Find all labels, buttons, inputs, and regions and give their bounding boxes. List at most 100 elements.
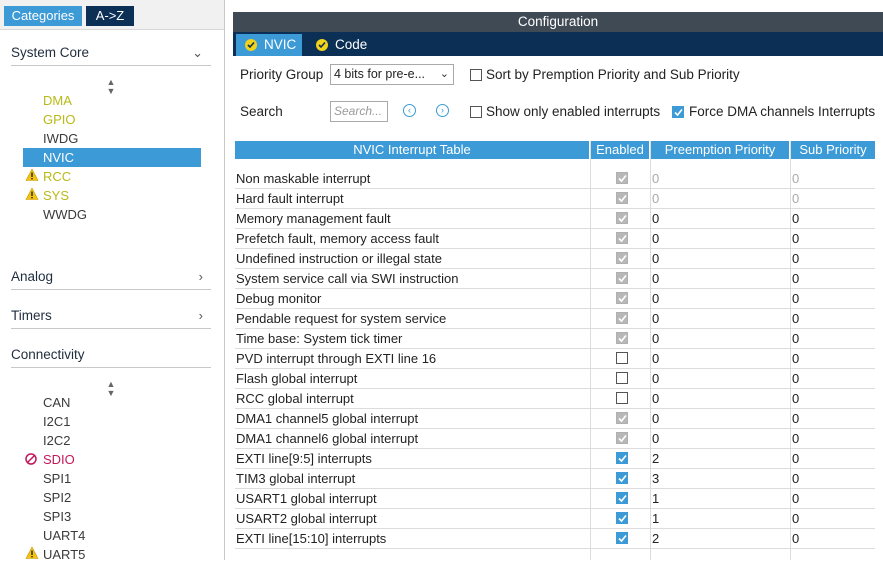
preemption-priority-cell[interactable]: 0 [652, 209, 659, 229]
search-input[interactable]: Search... [330, 101, 388, 122]
table-row[interactable]: Time base: System tick timer 0 0 [235, 329, 875, 349]
column-header-sub[interactable]: Sub Priority [791, 141, 875, 159]
table-row[interactable]: Non maskable interrupt 0 0 [235, 169, 875, 189]
tab-categories[interactable]: Categories [4, 6, 82, 26]
table-row[interactable]: Memory management fault 0 0 [235, 209, 875, 229]
table-row[interactable]: Hard fault interrupt 0 0 [235, 189, 875, 209]
enabled-checkbox[interactable] [616, 492, 628, 504]
tab-a-z[interactable]: A->Z [86, 6, 134, 26]
interrupt-name: DMA1 channel5 global interrupt [236, 411, 419, 426]
sidebar-item-sys[interactable]: SYS [23, 186, 201, 205]
sidebar-item-spi1[interactable]: SPI1 [23, 469, 201, 488]
sidebar-item-sdio[interactable]: SDIO [23, 450, 201, 469]
column-header-enabled[interactable]: Enabled [591, 141, 649, 159]
tab-nvic[interactable]: NVIC [236, 34, 302, 56]
table-row[interactable]: Prefetch fault, memory access fault 0 0 [235, 229, 875, 249]
sub-priority-cell[interactable]: 0 [792, 429, 799, 449]
preemption-priority-cell[interactable]: 2 [652, 529, 659, 549]
sub-priority-cell[interactable]: 0 [792, 269, 799, 289]
sub-priority-cell[interactable]: 0 [792, 409, 799, 429]
priority-group-select[interactable]: 4 bits for pre-e... ⌄ [330, 64, 454, 85]
sidebar-item-i2c1[interactable]: I2C1 [23, 412, 201, 431]
table-row[interactable]: TIM3 global interrupt 3 0 [235, 469, 875, 489]
sidebar-item-uart5[interactable]: UART5 [23, 545, 201, 564]
table-row[interactable]: Pendable request for system service 0 0 [235, 309, 875, 329]
sub-priority-cell[interactable]: 0 [792, 349, 799, 369]
preemption-priority-cell[interactable]: 0 [652, 249, 659, 269]
section-connectivity[interactable]: Connectivity [11, 343, 211, 368]
table-row[interactable]: DMA1 channel6 global interrupt 0 0 [235, 429, 875, 449]
table-row[interactable]: Undefined instruction or illegal state 0 0 [235, 249, 875, 269]
sub-priority-cell[interactable]: 0 [792, 509, 799, 529]
sidebar-item-label: SPI1 [43, 471, 72, 486]
preemption-priority-cell[interactable]: 1 [652, 509, 659, 529]
table-row[interactable]: Debug monitor 0 0 [235, 289, 875, 309]
table-row[interactable]: USART2 global interrupt 1 0 [235, 509, 875, 529]
interrupt-name: EXTI line[15:10] interrupts [236, 531, 387, 546]
preemption-priority-cell[interactable]: 0 [652, 309, 659, 329]
enabled-checkbox[interactable] [616, 512, 628, 524]
search-next-icon[interactable]: › [436, 104, 449, 117]
sub-priority-cell[interactable]: 0 [792, 369, 799, 389]
sidebar-item-spi3[interactable]: SPI3 [23, 507, 201, 526]
sidebar-item-nvic[interactable]: NVIC [23, 148, 201, 167]
table-row[interactable]: Flash global interrupt 0 0 [235, 369, 875, 389]
preemption-priority-cell[interactable]: 1 [652, 489, 659, 509]
column-header-name[interactable]: NVIC Interrupt Table [235, 141, 589, 159]
sidebar-item-spi2[interactable]: SPI2 [23, 488, 201, 507]
sidebar-item-rcc[interactable]: RCC [23, 167, 201, 186]
enabled-checkbox[interactable] [616, 472, 628, 484]
sub-priority-cell[interactable]: 0 [792, 229, 799, 249]
tab-code-generation[interactable]: Code generation [307, 34, 441, 74]
preemption-priority-cell[interactable]: 0 [652, 389, 659, 409]
sub-priority-cell[interactable]: 0 [792, 309, 799, 329]
force-dma-checkbox[interactable] [672, 106, 684, 118]
sidebar-item-i2c2[interactable]: I2C2 [23, 431, 201, 450]
preemption-priority-cell[interactable]: 0 [652, 229, 659, 249]
preemption-priority-cell[interactable]: 0 [652, 269, 659, 289]
preemption-priority-cell[interactable]: 0 [652, 429, 659, 449]
table-row[interactable]: DMA1 channel5 global interrupt 0 0 [235, 409, 875, 429]
preemption-priority-cell[interactable]: 3 [652, 469, 659, 489]
preemption-priority-cell[interactable]: 0 [652, 349, 659, 369]
column-header-preemption[interactable]: Preemption Priority [651, 141, 789, 159]
enabled-checkbox[interactable] [616, 372, 628, 384]
sub-priority-cell[interactable]: 0 [792, 329, 799, 349]
table-row[interactable]: EXTI line[15:10] interrupts 2 0 [235, 529, 875, 549]
preemption-priority-cell[interactable]: 0 [652, 289, 659, 309]
sub-priority-cell[interactable]: 0 [792, 529, 799, 549]
enabled-checkbox[interactable] [616, 392, 628, 404]
sub-priority-cell[interactable]: 0 [792, 209, 799, 229]
table-row[interactable]: EXTI line[9:5] interrupts 2 0 [235, 449, 875, 469]
sub-priority-cell[interactable]: 0 [792, 449, 799, 469]
sidebar-item-can[interactable]: CAN [23, 393, 201, 412]
sidebar-item-wwdg[interactable]: WWDG [23, 205, 201, 224]
section-system-core[interactable]: System Core ⌄ [11, 41, 211, 66]
sidebar-item-iwdg[interactable]: IWDG [23, 129, 201, 148]
sidebar-item-dma[interactable]: DMA [23, 91, 201, 110]
enabled-checkbox[interactable] [616, 532, 628, 544]
sidebar-item-uart4[interactable]: UART4 [23, 526, 201, 545]
table-row[interactable]: RCC global interrupt 0 0 [235, 389, 875, 409]
preemption-priority-cell[interactable]: 0 [652, 409, 659, 429]
sub-priority-cell[interactable]: 0 [792, 389, 799, 409]
sub-priority-cell[interactable]: 0 [792, 469, 799, 489]
sidebar-item-label: GPIO [43, 112, 76, 127]
sub-priority-cell[interactable]: 0 [792, 289, 799, 309]
sidebar-item-gpio[interactable]: GPIO [23, 110, 201, 129]
table-row[interactable]: System service call via SWI instruction 0… [235, 269, 875, 289]
show-enabled-checkbox[interactable] [470, 106, 482, 118]
table-row[interactable]: PVD interrupt through EXTI line 16 0 0 [235, 349, 875, 369]
search-previous-icon[interactable]: ‹ [403, 104, 416, 117]
preemption-priority-cell[interactable]: 2 [652, 449, 659, 469]
sort-checkbox[interactable] [470, 69, 482, 81]
enabled-checkbox[interactable] [616, 452, 628, 464]
sub-priority-cell[interactable]: 0 [792, 249, 799, 269]
sub-priority-cell[interactable]: 0 [792, 489, 799, 509]
table-row[interactable]: USART1 global interrupt 1 0 [235, 489, 875, 509]
preemption-priority-cell[interactable]: 0 [652, 369, 659, 389]
enabled-checkbox[interactable] [616, 352, 628, 364]
preemption-priority-cell[interactable]: 0 [652, 329, 659, 349]
section-analog[interactable]: Analog › [11, 265, 211, 290]
section-timers[interactable]: Timers › [11, 304, 211, 329]
